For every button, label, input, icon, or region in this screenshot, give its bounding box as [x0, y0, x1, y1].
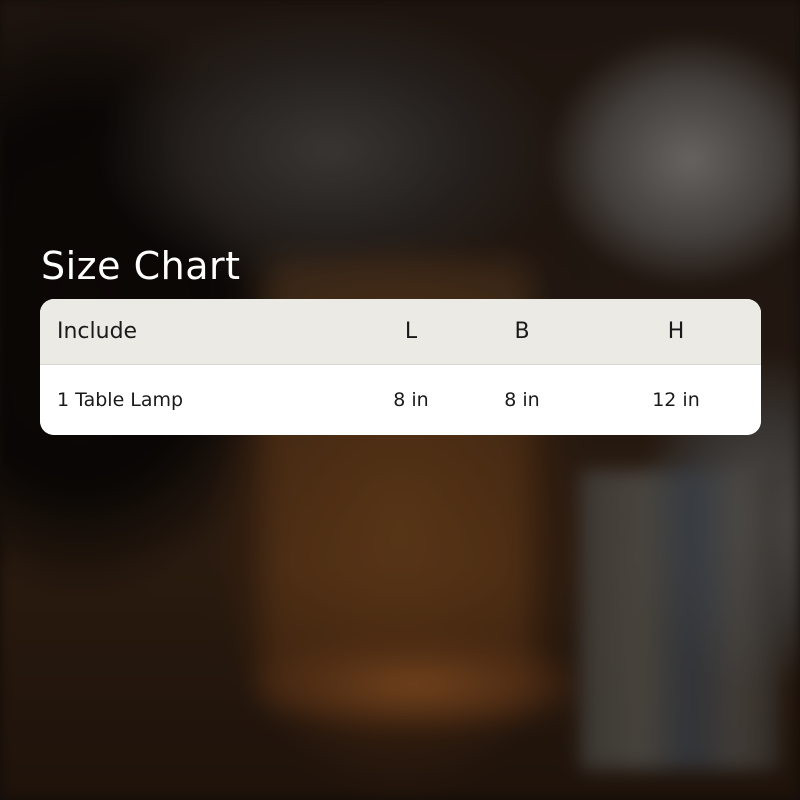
cell-height: 12 in — [652, 389, 700, 411]
table-header-row: Include L B H — [40, 299, 761, 365]
cell-include: 1 Table Lamp — [57, 389, 184, 411]
size-table: Include L B H 1 Table Lamp 8 in 8 in 12 … — [40, 299, 761, 435]
header-include: Include — [57, 319, 138, 344]
size-chart-title: Size Chart — [41, 244, 241, 288]
table-row: 1 Table Lamp 8 in 8 in 12 in — [40, 365, 761, 435]
header-breadth: B — [514, 319, 530, 344]
header-height: H — [667, 319, 685, 344]
cell-breadth: 8 in — [504, 389, 540, 411]
cell-length: 8 in — [393, 389, 429, 411]
header-length: L — [404, 319, 418, 344]
